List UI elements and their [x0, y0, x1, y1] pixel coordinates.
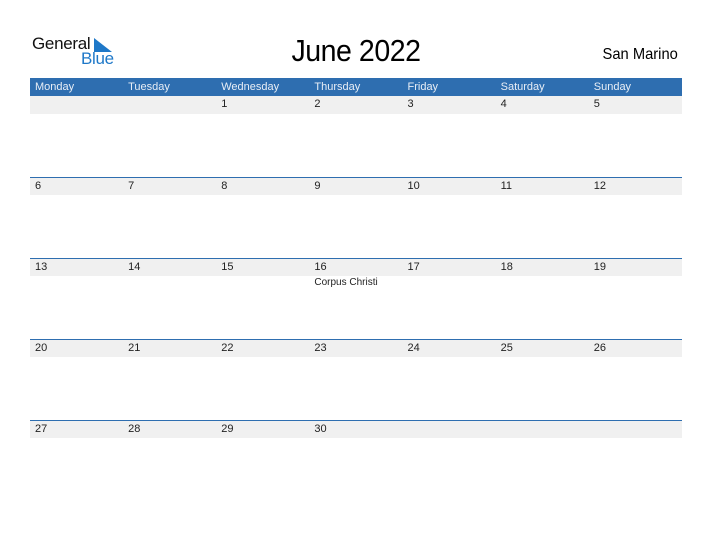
- day-number: 3: [407, 98, 414, 110]
- holiday-event: [496, 438, 589, 439]
- events-row: [30, 438, 682, 439]
- day-number: 6: [35, 180, 42, 192]
- holiday-event: [403, 357, 496, 358]
- holiday-event: [589, 357, 682, 358]
- holiday-event: [496, 357, 589, 358]
- day-number-band: 27 28 29 30: [30, 420, 682, 438]
- holiday-event: [589, 438, 682, 439]
- holiday-event: [216, 276, 309, 288]
- day-number: [589, 421, 682, 438]
- day-number: 10: [407, 180, 420, 192]
- day-number: 12: [593, 180, 606, 192]
- day-number: 21: [128, 342, 141, 354]
- day-number: [403, 421, 496, 438]
- weekday-monday: Monday: [35, 81, 75, 93]
- week-row: 6 7 8 9 10 11 12: [30, 177, 682, 258]
- day-number: 4: [500, 98, 507, 110]
- weekday-header: Monday Tuesday Wednesday Thursday Friday…: [30, 78, 682, 96]
- events-row: [30, 195, 682, 196]
- day-number: 25: [500, 342, 513, 354]
- holiday-event: [309, 357, 402, 358]
- day-number: 27: [35, 423, 48, 435]
- day-number: 19: [593, 261, 606, 273]
- day-number: 20: [35, 342, 48, 354]
- weekday-saturday: Saturday: [500, 81, 545, 93]
- holiday-event: [589, 276, 682, 288]
- holiday-event: [216, 114, 309, 115]
- day-number: 26: [593, 342, 606, 354]
- holiday-event: [309, 114, 402, 115]
- day-number: 2: [314, 98, 321, 110]
- holiday-event: [403, 438, 496, 439]
- weekday-thursday: Thursday: [314, 81, 361, 93]
- day-number: 16: [314, 261, 327, 273]
- calendar-grid: Monday Tuesday Wednesday Thursday Friday…: [30, 78, 682, 438]
- day-number: 29: [221, 423, 234, 435]
- holiday-event: [589, 114, 682, 115]
- events-row: [30, 357, 682, 358]
- week-row: 27 28 29 30: [30, 420, 682, 501]
- day-number: 28: [128, 423, 141, 435]
- day-number: 8: [221, 180, 228, 192]
- day-number: [496, 421, 589, 438]
- day-number: 18: [500, 261, 513, 273]
- holiday-event: [123, 114, 216, 115]
- holiday-event: [30, 276, 123, 288]
- holiday-event: [123, 357, 216, 358]
- holiday-event: [30, 357, 123, 358]
- week-row: 13 14 15 16 17 18 19 Corpus Christi: [30, 258, 682, 339]
- day-number: 13: [35, 261, 48, 273]
- day-number: [123, 96, 216, 114]
- day-number: 23: [314, 342, 327, 354]
- day-number-band: 20 21 22 23 24 25 26: [30, 339, 682, 357]
- week-row: 20 21 22 23 24 25 26: [30, 339, 682, 420]
- holiday-event: [123, 438, 216, 439]
- day-number: 30: [314, 423, 327, 435]
- day-number: 15: [221, 261, 234, 273]
- holiday-event: [123, 276, 216, 288]
- weekday-wednesday: Wednesday: [221, 81, 280, 93]
- day-number: 24: [407, 342, 420, 354]
- day-number: 14: [128, 261, 141, 273]
- calendar-title: June 2022: [291, 33, 421, 68]
- day-number: 22: [221, 342, 234, 354]
- day-number: 17: [407, 261, 420, 273]
- holiday-event: [496, 276, 589, 288]
- country-label: San Marino: [602, 46, 678, 63]
- weekday-sunday: Sunday: [593, 81, 632, 93]
- day-number: 1: [221, 98, 228, 110]
- day-number: [30, 96, 123, 114]
- holiday-event: [496, 114, 589, 115]
- day-number-band: 6 7 8 9 10 11 12: [30, 177, 682, 195]
- day-number: 9: [314, 180, 321, 192]
- holiday-event: [30, 114, 123, 115]
- day-number: 5: [593, 98, 600, 110]
- holiday-event: [123, 195, 216, 196]
- weekday-tuesday: Tuesday: [128, 81, 170, 93]
- holiday-event: [309, 438, 402, 439]
- holiday-event: [216, 438, 309, 439]
- week-row: 1 2 3 4 5: [30, 96, 682, 177]
- day-number-band: 1 2 3 4 5: [30, 96, 682, 114]
- day-number: 7: [128, 180, 135, 192]
- holiday-event: [216, 357, 309, 358]
- events-row: Corpus Christi: [30, 276, 682, 288]
- holiday-event: [30, 438, 123, 439]
- holiday-event: [589, 195, 682, 196]
- events-row: [30, 114, 682, 115]
- holiday-event: [216, 195, 309, 196]
- day-number-band: 13 14 15 16 17 18 19: [30, 258, 682, 276]
- holiday-event: [309, 195, 402, 196]
- holiday-event: [30, 195, 123, 196]
- day-number: 11: [500, 180, 513, 192]
- holiday-event: [403, 276, 496, 288]
- holiday-event: [403, 114, 496, 115]
- weekday-friday: Friday: [407, 81, 439, 93]
- holiday-event: [496, 195, 589, 196]
- holiday-event: [403, 195, 496, 196]
- holiday-event: Corpus Christi: [314, 277, 378, 288]
